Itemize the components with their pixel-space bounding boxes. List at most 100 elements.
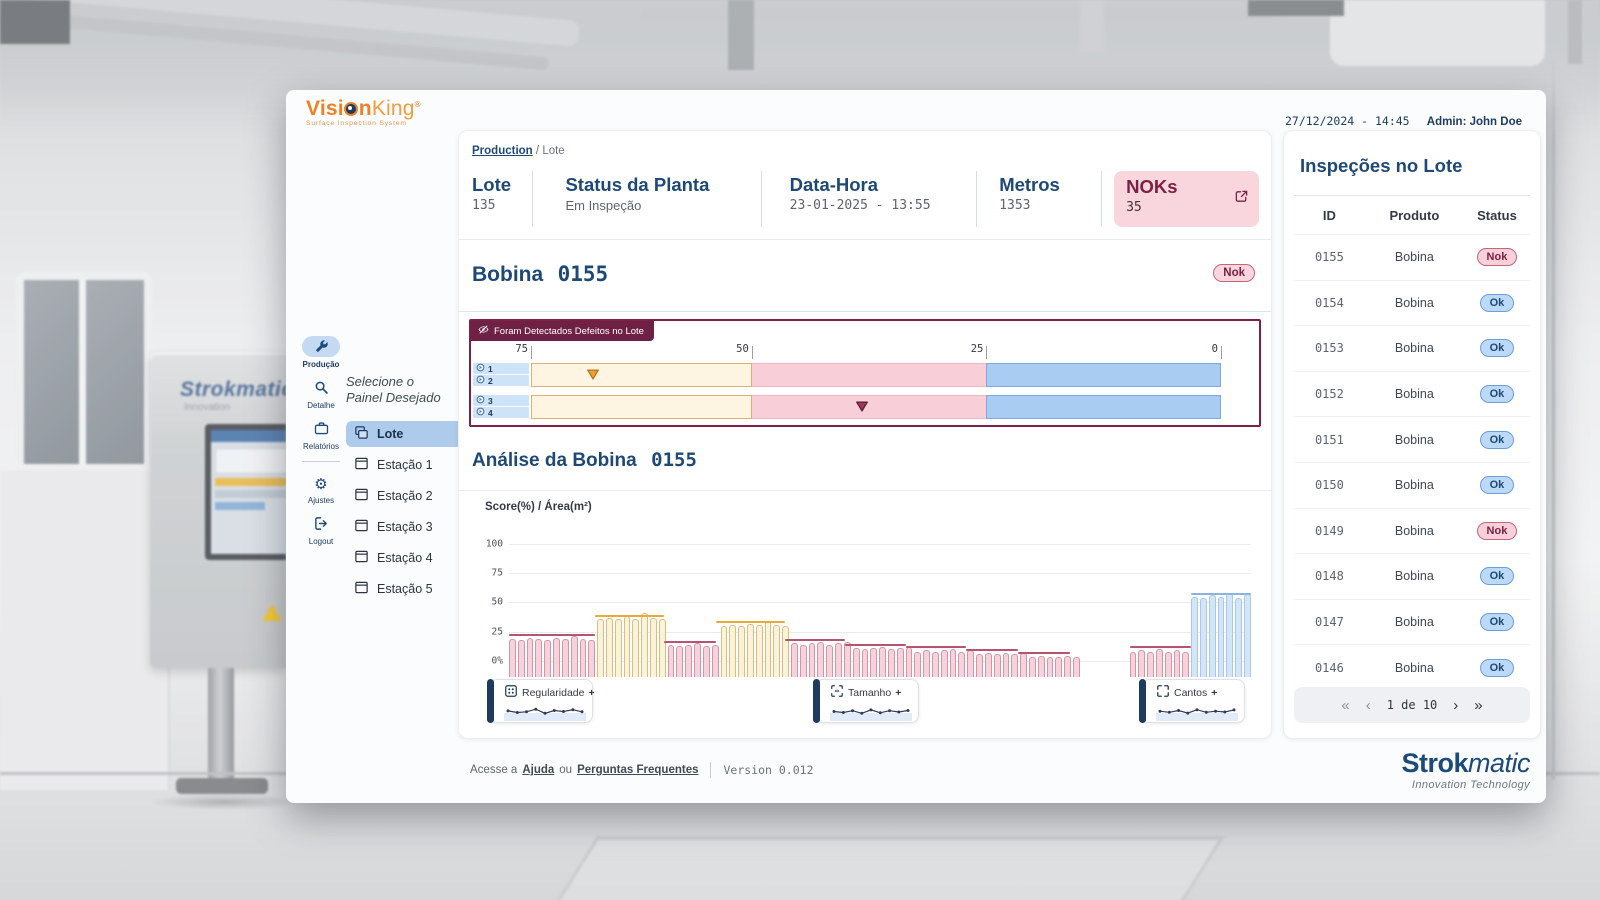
defect-axis-tick: [752, 346, 753, 359]
defect-marker-maroon[interactable]: [856, 399, 869, 417]
panel-menu-item-label: Estação 3: [377, 520, 433, 534]
chart-bar: [747, 624, 754, 678]
chart-bar: [985, 653, 992, 677]
nav-rail-label: Relatórios: [298, 442, 344, 451]
metric-button-cantos[interactable]: Cantos+: [1141, 679, 1245, 723]
chart-bar: [1130, 652, 1137, 677]
cell-produto: Bobina: [1365, 524, 1464, 538]
stat-status-da-planta: Status da PlantaEm Inspeção: [533, 171, 761, 227]
panel-menu-item-label: Estação 4: [377, 551, 433, 565]
last-page-button[interactable]: »: [1474, 698, 1482, 713]
strokmatic-logo: Strokmatic Innovation Technology: [1401, 750, 1530, 791]
metric-button-label: Cantos: [1174, 687, 1207, 699]
panel-menu-item-esta-o-5[interactable]: Estação 5: [346, 576, 462, 602]
metric-button-header: Cantos+: [1156, 684, 1238, 701]
defect-axis-label: 25: [971, 343, 987, 355]
panel-menu-item-esta-o-3[interactable]: Estação 3: [346, 514, 462, 540]
panel-menu-item-esta-o-2[interactable]: Estação 2: [346, 483, 462, 509]
defect-map-axis: 7550250: [531, 343, 1221, 357]
cell-id: 0147: [1294, 615, 1365, 629]
next-page-button[interactable]: ›: [1453, 698, 1458, 713]
table-row[interactable]: 0149Bobina Nok: [1294, 508, 1530, 554]
window-icon: [354, 518, 369, 536]
cell-id: 0151: [1294, 433, 1365, 447]
panel-menu-item-lote[interactable]: Lote: [346, 421, 462, 447]
chart-group-cap: [1018, 652, 1070, 654]
chart-bar: [791, 643, 798, 677]
chart-title: Score(%) / Área(m²): [485, 501, 592, 513]
metric-sparkline: [1156, 702, 1238, 727]
defect-row-number: 3: [488, 396, 493, 406]
chart-bar: [1182, 652, 1189, 677]
chart-bar: [1218, 597, 1225, 677]
score-area-chart: 1007550250%: [469, 527, 1257, 679]
cell-id: 0154: [1294, 296, 1365, 310]
defect-row-labels: 34: [473, 395, 529, 419]
cell-status: Ok: [1464, 339, 1530, 357]
nav-rail-item-logout[interactable]: Logout: [298, 513, 344, 546]
table-row[interactable]: 0155BobinaNok: [1294, 234, 1530, 280]
defect-segment-blue: [986, 363, 1221, 387]
table-row[interactable]: 0152BobinaOk: [1294, 371, 1530, 417]
panel-menu-item-esta-o-4[interactable]: Estação 4: [346, 545, 462, 571]
nav-rail-item-relat-rios[interactable]: Relatórios: [298, 418, 344, 451]
chart-bar: [1244, 594, 1251, 677]
chart-bar: [809, 643, 816, 677]
expand-icon: [830, 684, 844, 701]
defect-segment-pink: [752, 395, 987, 419]
table-row[interactable]: 0150BobinaOk: [1294, 462, 1530, 508]
chart-bar: [703, 646, 710, 677]
status-badge: Ok: [1480, 613, 1515, 631]
cell-id: 0153: [1294, 341, 1365, 355]
defect-marker-orange[interactable]: [587, 367, 600, 385]
defects-alert-chip: Foram Detectados Defeitos no Lote: [471, 321, 654, 341]
chart-bar: [870, 648, 877, 677]
breadcrumb-production-link[interactable]: Production: [472, 145, 533, 157]
metric-button-label: Regularidade: [522, 687, 584, 699]
metric-plus-label: +: [588, 687, 594, 699]
nav-rail-item-detalhe[interactable]: Detalhe: [298, 377, 344, 410]
chart-bar: [580, 639, 587, 677]
faq-link[interactable]: Perguntas Frequentes: [577, 764, 698, 776]
table-row[interactable]: 0148BobinaOk: [1294, 553, 1530, 599]
registered-mark: ®: [415, 100, 421, 109]
status-badge: Ok: [1480, 431, 1515, 449]
cell-status: Nok: [1464, 248, 1530, 266]
stat-value: 35: [1126, 200, 1247, 215]
eye-off-icon: [478, 324, 489, 338]
chart-bar: [562, 639, 569, 677]
metric-button-tamanho[interactable]: Tamanho+: [815, 679, 919, 723]
bobina-number: 0155: [558, 262, 609, 286]
panel-menu-item-esta-o-1[interactable]: Estação 1: [346, 452, 462, 478]
help-link[interactable]: Ajuda: [522, 764, 554, 776]
table-row[interactable]: 0153BobinaOk: [1294, 325, 1530, 371]
previous-page-button[interactable]: ‹: [1366, 698, 1371, 713]
chart-bar: [1235, 598, 1242, 677]
table-row[interactable]: 0147BobinaOk: [1294, 599, 1530, 645]
metric-button-header: Regularidade+: [504, 684, 586, 701]
chart-ytick: 0%: [492, 656, 503, 667]
table-row[interactable]: 0154BobinaOk: [1294, 280, 1530, 326]
metric-button-regularidade[interactable]: Regularidade +: [489, 679, 593, 723]
defect-row-label-4: 4: [473, 407, 529, 418]
table-row[interactable]: 0146BobinaOk: [1294, 644, 1530, 690]
chart-bar: [668, 645, 675, 677]
nav-rail-item-ajustes[interactable]: ⚙Ajustes: [298, 474, 344, 505]
external-link-icon[interactable]: [1234, 189, 1249, 209]
cell-status: Ok: [1464, 613, 1530, 631]
chart-bar: [897, 648, 904, 677]
metric-buttons-row: Regularidade + Tamanho+ Cantos+: [489, 679, 1245, 725]
chart-bar: [773, 625, 780, 677]
footer-conj: ou: [559, 764, 572, 776]
cell-id: 0149: [1294, 524, 1365, 538]
chart-bar: [994, 654, 1001, 677]
panel-menu-title: Selecione o Painel Desejado: [346, 374, 462, 407]
table-row[interactable]: 0151BobinaOk: [1294, 416, 1530, 462]
status-badge: Nok: [1477, 522, 1518, 540]
stat-noks[interactable]: NOKs35: [1114, 171, 1259, 227]
nav-rail-item-produ-o[interactable]: Produção: [298, 336, 344, 369]
first-page-button[interactable]: «: [1341, 698, 1349, 713]
chart-bar: [888, 649, 895, 677]
target-icon: [476, 375, 485, 386]
chart-ytick: 75: [492, 568, 503, 579]
